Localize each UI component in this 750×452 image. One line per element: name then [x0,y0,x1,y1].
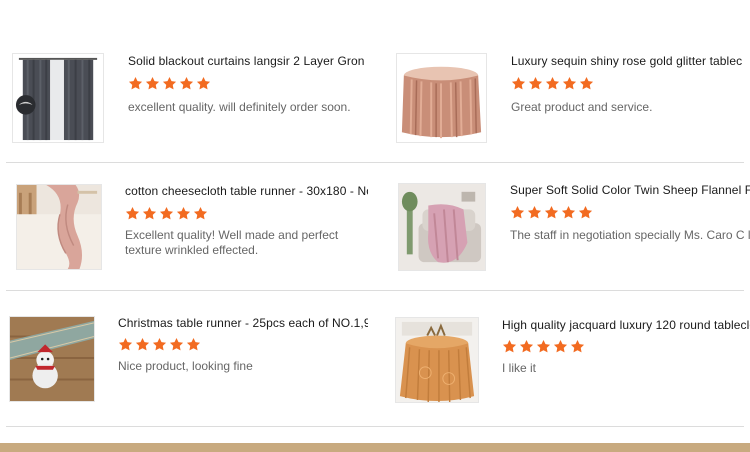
review-text: Great product and service. [511,100,653,114]
star-icon [142,206,157,220]
star-icon [527,205,542,219]
review-card[interactable]: Super Soft Solid Color Twin Sheep Flanne… [398,180,750,274]
row-divider [6,162,744,163]
star-icon [528,76,543,90]
product-title[interactable]: Super Soft Solid Color Twin Sheep Flanne… [510,182,750,198]
star-icon [536,339,551,353]
flannel-blanket-image [399,184,485,270]
product-title[interactable]: Christmas table runner - 25pcs each of N… [118,315,368,331]
star-icon [186,337,201,351]
star-rating [128,76,213,92]
star-icon [196,76,211,90]
product-thumbnail-jacquard-tablecloth[interactable] [395,317,479,403]
row-divider [6,290,744,291]
star-rating [510,205,595,221]
star-rating [502,339,587,355]
product-thumbnail-cheesecloth-runner[interactable] [16,184,102,270]
review-card[interactable]: cotton cheesecloth table runner - 30x180… [16,180,368,274]
product-thumbnail-christmas-runner[interactable] [9,316,95,402]
star-rating [125,206,210,222]
review-text: The staff in negotiation specially Ms. C… [510,228,750,242]
star-icon [169,337,184,351]
review-card[interactable]: Christmas table runner - 25pcs each of N… [9,312,368,404]
star-icon [193,206,208,220]
cheesecloth-runner-image [17,185,101,269]
review-text: Nice product, looking fine [118,359,253,373]
star-icon [545,76,560,90]
review-card[interactable]: High quality jacquard luxury 120 round t… [395,312,750,404]
star-icon [579,76,594,90]
star-icon [135,337,150,351]
christmas-runner-image [10,317,94,401]
star-rating [511,76,596,92]
star-icon [152,337,167,351]
star-icon [511,76,526,90]
star-icon [118,337,133,351]
star-icon [510,205,525,219]
product-title[interactable]: Solid blackout curtains langsir 2 Layer … [128,53,368,69]
product-title[interactable]: Luxury sequin shiny rose gold glitter ta… [511,53,750,69]
curtains-image [15,57,98,141]
star-icon [125,206,140,220]
product-thumbnail-sequin-tablecloth[interactable] [396,53,487,143]
star-icon [162,76,177,90]
star-icon [553,339,568,353]
review-text: I like it [502,361,537,375]
star-icon [159,206,174,220]
jacquard-tablecloth-image [396,318,478,402]
star-rating [118,337,203,353]
star-icon [562,76,577,90]
review-text: excellent quality. will definitely order… [128,100,351,114]
footer-bar [0,443,750,452]
star-icon [561,205,576,219]
product-title[interactable]: cotton cheesecloth table runner - 30x180… [125,183,368,199]
product-thumbnail-curtains[interactable] [12,53,104,143]
product-title[interactable]: High quality jacquard luxury 120 round t… [502,317,750,333]
star-icon [502,339,517,353]
review-text: Excellent quality! Well made and perfect… [125,228,339,257]
row-divider [6,426,744,427]
star-icon [544,205,559,219]
review-card[interactable]: Solid blackout curtains langsir 2 Layer … [12,50,368,146]
star-icon [578,205,593,219]
product-thumbnail-flannel-blanket[interactable] [398,183,486,271]
star-icon [570,339,585,353]
star-icon [145,76,160,90]
star-icon [179,76,194,90]
star-icon [176,206,191,220]
star-icon [128,76,143,90]
star-icon [519,339,534,353]
sequin-tablecloth-image [401,66,482,139]
review-card[interactable]: Luxury sequin shiny rose gold glitter ta… [396,50,750,146]
